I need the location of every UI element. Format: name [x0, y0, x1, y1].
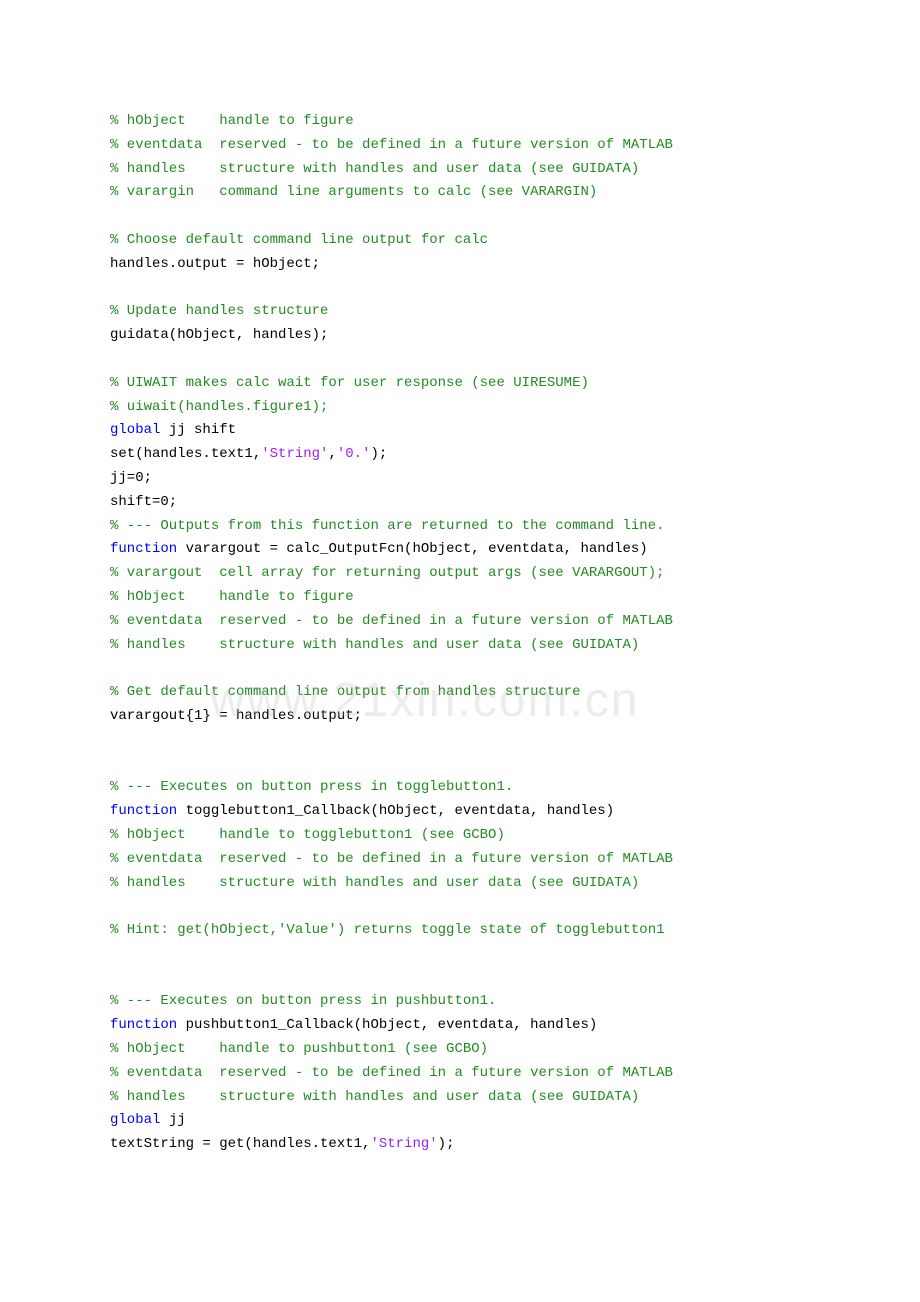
code-segment: varargout{1} = handles.output;: [110, 708, 362, 724]
code-segment: % --- Executes on button press in toggle…: [110, 779, 513, 795]
code-line: [110, 967, 820, 991]
code-segment: % Get default command line output from h…: [110, 684, 580, 700]
code-segment: % eventdata reserved - to be defined in …: [110, 1065, 673, 1081]
code-line: function togglebutton1_Callback(hObject,…: [110, 800, 820, 824]
code-segment: textString = get(handles.text1,: [110, 1136, 370, 1152]
code-line: [110, 657, 820, 681]
code-line: % handles structure with handles and use…: [110, 872, 820, 896]
code-segment: % hObject handle to figure: [110, 589, 354, 605]
code-segment: handles.output = hObject;: [110, 256, 320, 272]
code-block: % hObject handle to figure % eventdata re…: [110, 110, 820, 1157]
code-segment: % Update handles structure: [110, 303, 328, 319]
document-page: www.21xin.com.cn % hObject handle to fig…: [0, 0, 920, 1302]
code-line: % eventdata reserved - to be defined in …: [110, 848, 820, 872]
code-segment: % hObject handle to pushbutton1 (see GCB…: [110, 1041, 488, 1057]
code-line: varargout{1} = handles.output;: [110, 705, 820, 729]
code-segment: % eventdata reserved - to be defined in …: [110, 851, 673, 867]
code-line: % handles structure with handles and use…: [110, 158, 820, 182]
code-line: % UIWAIT makes calc wait for user respon…: [110, 372, 820, 396]
code-segment: % uiwait(handles.figure1);: [110, 399, 328, 415]
code-line: % Hint: get(hObject,'Value') returns tog…: [110, 919, 820, 943]
code-segment: % handles structure with handles and use…: [110, 161, 639, 177]
code-line: % --- Executes on button press in pushbu…: [110, 990, 820, 1014]
code-segment: function: [110, 541, 177, 557]
code-segment: % varargout cell array for returning out…: [110, 565, 665, 581]
code-line: % eventdata reserved - to be defined in …: [110, 134, 820, 158]
code-line: % handles structure with handles and use…: [110, 634, 820, 658]
code-line: % --- Executes on button press in toggle…: [110, 776, 820, 800]
code-segment: % Hint: get(hObject,'Value') returns tog…: [110, 922, 665, 938]
code-line: function pushbutton1_Callback(hObject, e…: [110, 1014, 820, 1038]
code-line: guidata(hObject, handles);: [110, 324, 820, 348]
code-line: global jj: [110, 1109, 820, 1133]
code-line: % --- Outputs from this function are ret…: [110, 515, 820, 539]
code-line: textString = get(handles.text1,'String')…: [110, 1133, 820, 1157]
code-line: % Choose default command line output for…: [110, 229, 820, 253]
code-segment: % eventdata reserved - to be defined in …: [110, 613, 673, 629]
code-segment: % handles structure with handles and use…: [110, 637, 639, 653]
code-line: % Get default command line output from h…: [110, 681, 820, 705]
code-line: [110, 943, 820, 967]
code-segment: % handles structure with handles and use…: [110, 875, 639, 891]
code-segment: );: [370, 446, 387, 462]
code-segment: jj shift: [160, 422, 236, 438]
code-segment: 'String': [261, 446, 328, 462]
code-segment: % --- Executes on button press in pushbu…: [110, 993, 496, 1009]
code-segment: );: [438, 1136, 455, 1152]
code-segment: 'String': [370, 1136, 437, 1152]
code-segment: % UIWAIT makes calc wait for user respon…: [110, 375, 589, 391]
code-line: set(handles.text1,'String','0.');: [110, 443, 820, 467]
code-segment: % Choose default command line output for…: [110, 232, 488, 248]
code-line: shift=0;: [110, 491, 820, 515]
code-line: [110, 277, 820, 301]
code-segment: togglebutton1_Callback(hObject, eventdat…: [177, 803, 614, 819]
code-line: [110, 895, 820, 919]
code-line: % hObject handle to figure: [110, 586, 820, 610]
code-line: function varargout = calc_OutputFcn(hObj…: [110, 538, 820, 562]
code-line: % uiwait(handles.figure1);: [110, 396, 820, 420]
code-segment: set(handles.text1,: [110, 446, 261, 462]
code-segment: varargout = calc_OutputFcn(hObject, even…: [177, 541, 656, 557]
code-segment: jj=0;: [110, 470, 152, 486]
code-segment: % --- Outputs from this function are ret…: [110, 518, 665, 534]
code-line: % varargin command line arguments to cal…: [110, 181, 820, 205]
code-segment: % eventdata reserved - to be defined in …: [110, 137, 673, 153]
code-segment: ,: [328, 446, 336, 462]
code-segment: pushbutton1_Callback(hObject, eventdata,…: [177, 1017, 597, 1033]
code-segment: function: [110, 1017, 177, 1033]
code-line: [110, 205, 820, 229]
code-line: [110, 348, 820, 372]
code-segment: function: [110, 803, 177, 819]
code-line: % varargout cell array for returning out…: [110, 562, 820, 586]
code-segment: % hObject handle to figure: [110, 113, 354, 129]
code-line: [110, 729, 820, 753]
code-segment: % varargin command line arguments to cal…: [110, 184, 597, 200]
code-segment: '0.': [337, 446, 371, 462]
code-line: [110, 753, 820, 777]
code-segment: guidata(hObject, handles);: [110, 327, 328, 343]
code-line: % handles structure with handles and use…: [110, 1086, 820, 1110]
code-line: % eventdata reserved - to be defined in …: [110, 1062, 820, 1086]
code-line: % Update handles structure: [110, 300, 820, 324]
code-segment: jj: [160, 1112, 185, 1128]
code-segment: global: [110, 422, 160, 438]
code-line: % eventdata reserved - to be defined in …: [110, 610, 820, 634]
code-line: global jj shift: [110, 419, 820, 443]
code-segment: % handles structure with handles and use…: [110, 1089, 639, 1105]
code-line: % hObject handle to figure: [110, 110, 820, 134]
code-segment: % hObject handle to togglebutton1 (see G…: [110, 827, 505, 843]
code-segment: global: [110, 1112, 160, 1128]
code-segment: shift=0;: [110, 494, 177, 510]
code-line: % hObject handle to pushbutton1 (see GCB…: [110, 1038, 820, 1062]
code-line: jj=0;: [110, 467, 820, 491]
code-line: handles.output = hObject;: [110, 253, 820, 277]
code-line: % hObject handle to togglebutton1 (see G…: [110, 824, 820, 848]
